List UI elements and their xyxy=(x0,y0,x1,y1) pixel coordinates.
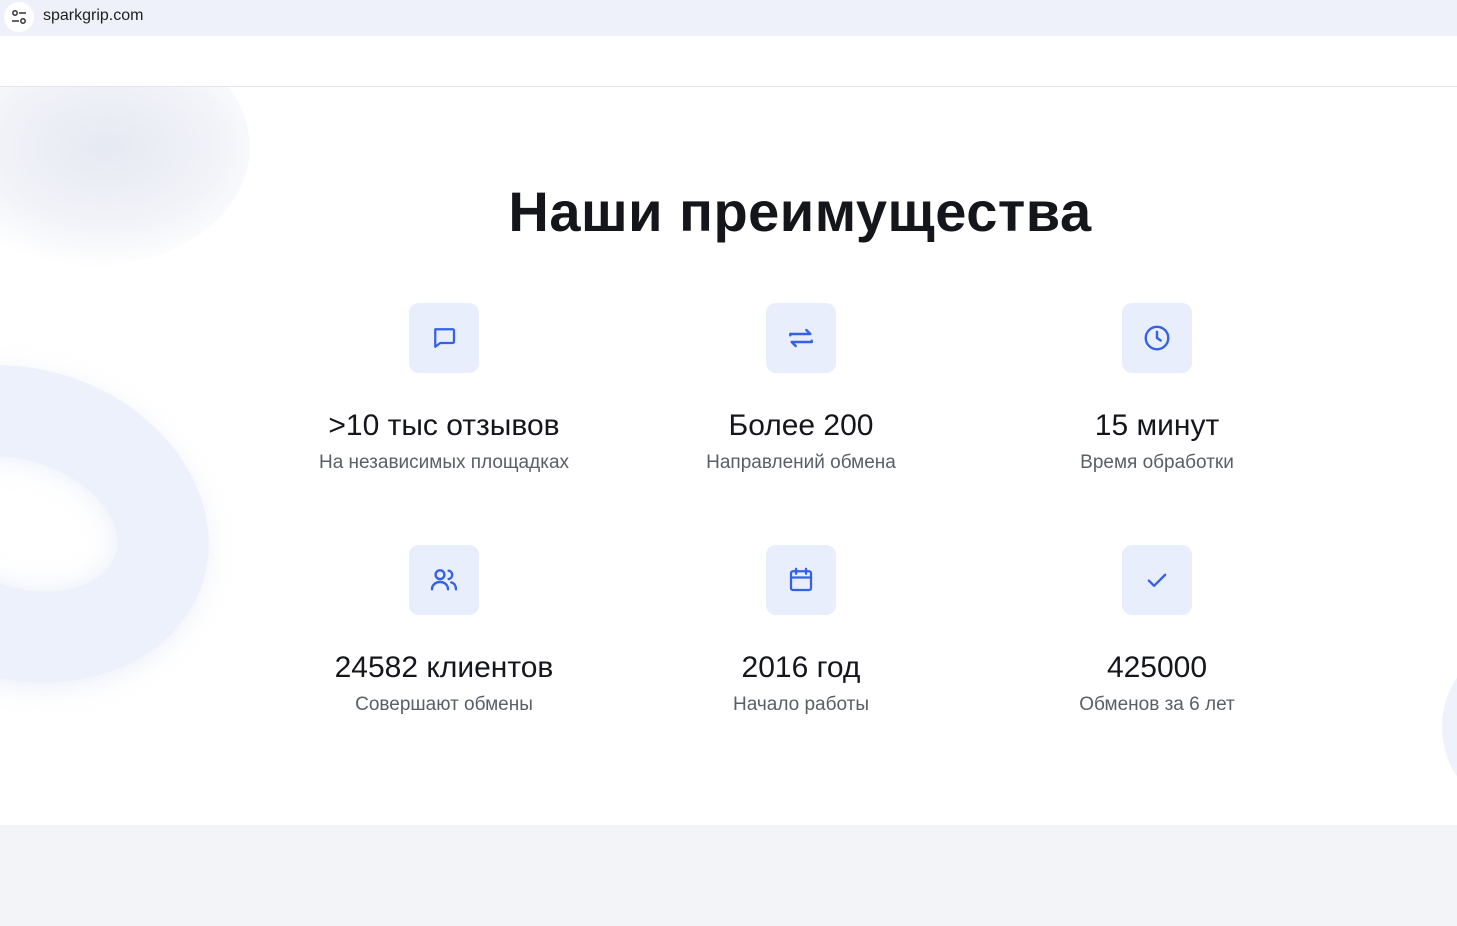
decorative-torus-right xyxy=(1442,647,1457,807)
feature-caption: Совершают обмены xyxy=(355,694,533,715)
browser-address-bar[interactable]: sparkgrip.com xyxy=(0,0,1457,36)
clock-icon xyxy=(1122,303,1192,373)
feature-caption: Начало работы xyxy=(732,694,869,715)
feature-caption: На независимых площадках xyxy=(318,452,570,473)
site-settings-icon[interactable] xyxy=(4,2,34,32)
feature-caption: Время обработки xyxy=(1080,452,1234,473)
feature-value: Более 200 xyxy=(728,409,874,442)
feature-value: 2016 год xyxy=(741,651,861,684)
feature-start-year: 2016 год Начало работы xyxy=(621,545,981,717)
feature-clients: 24582 клиентов Совершают обмены xyxy=(264,545,624,717)
advantages-section: Наши преимущества >10 тыс отзывов На нез… xyxy=(0,87,1457,825)
feature-reviews: >10 тыс отзывов На независимых площадках xyxy=(264,303,624,475)
feature-directions: Более 200 Направлений обмена xyxy=(621,303,981,475)
chat-bubble-icon xyxy=(409,303,479,373)
site-header: : xyxy=(0,36,1457,87)
feature-caption: Обменов за 6 лет xyxy=(1079,694,1235,715)
feature-exchanges-count: 425000 Обменов за 6 лет xyxy=(977,545,1337,717)
feature-value: 15 минут xyxy=(1094,409,1220,442)
feature-value: >10 тыс отзывов xyxy=(328,409,560,442)
feature-value: 425000 xyxy=(1106,651,1208,684)
calendar-icon xyxy=(766,545,836,615)
checkmark-icon xyxy=(1122,545,1192,615)
url-text[interactable]: sparkgrip.com xyxy=(43,7,143,25)
feature-value: 24582 клиентов xyxy=(334,651,554,684)
feature-processing-time: 15 минут Время обработки xyxy=(977,303,1337,475)
next-section xyxy=(0,825,1457,926)
users-icon xyxy=(409,545,479,615)
exchange-arrows-icon xyxy=(766,303,836,373)
menu-glyph[interactable]: : xyxy=(0,52,1,70)
feature-caption: Направлений обмена xyxy=(706,452,896,473)
section-title: Наши преимущества xyxy=(508,180,1092,243)
decorative-torus xyxy=(0,317,251,731)
